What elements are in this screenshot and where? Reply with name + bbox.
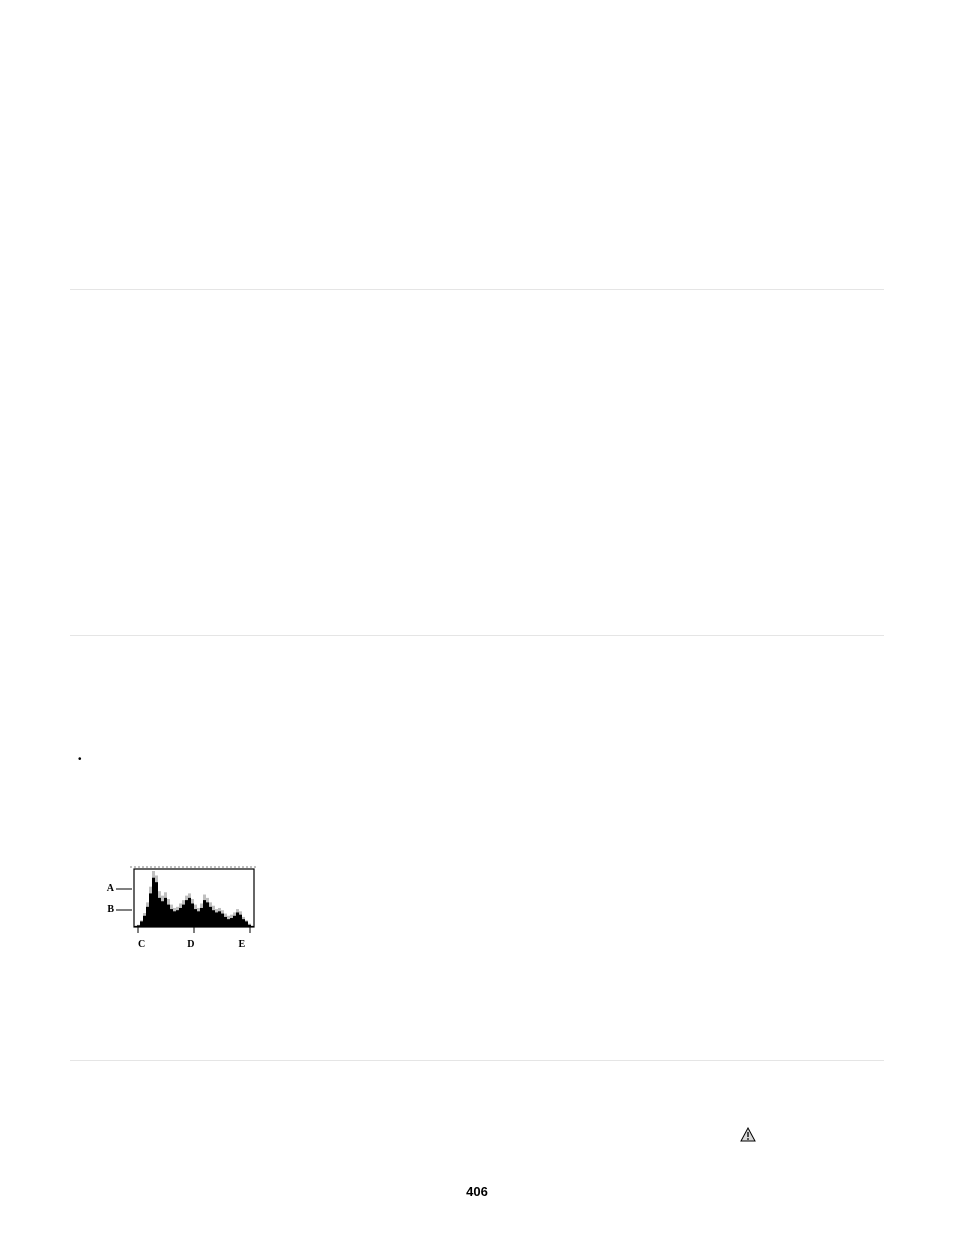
histogram-label-d: D: [187, 939, 194, 950]
bullet-icon: •: [78, 753, 82, 767]
warning-icon: [740, 1127, 756, 1143]
histogram-chart: [130, 865, 258, 933]
histogram-label-a: A: [98, 883, 114, 894]
histogram-label-c: C: [138, 939, 145, 950]
histogram-label-b: B: [98, 904, 114, 915]
page-number: 406: [0, 1184, 954, 1199]
histogram-figure: A B: [98, 865, 884, 950]
histogram-label-e: E: [238, 939, 245, 950]
list-item: •: [78, 753, 884, 767]
